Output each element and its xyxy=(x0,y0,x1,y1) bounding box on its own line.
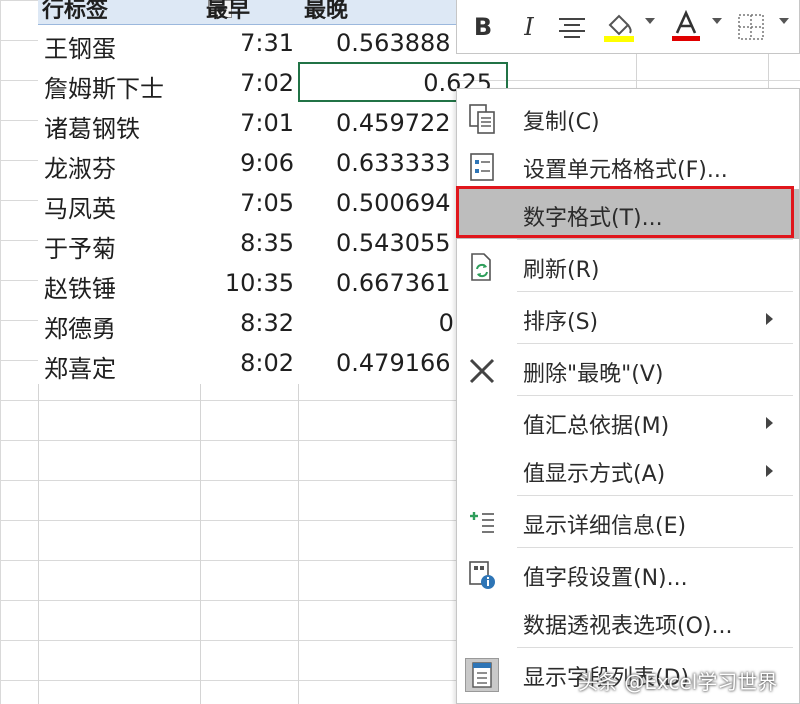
menu-separator xyxy=(517,647,793,648)
menu-item-remove-field[interactable]: 删除"最晚"(V) xyxy=(457,345,799,395)
menu-label: 删除"最晚"(V) xyxy=(523,362,664,387)
menu-separator xyxy=(517,395,793,396)
menu-item-summarize-by[interactable]: 值汇总依据(M) xyxy=(457,397,799,447)
menu-separator xyxy=(517,495,793,496)
menu-item-pivot-options[interactable]: 数据透视表选项(O)... xyxy=(457,597,799,647)
fill-color-button[interactable] xyxy=(601,10,637,44)
menu-label: 值汇总依据(M) xyxy=(523,414,670,439)
borders-dropdown[interactable] xyxy=(779,18,789,24)
delete-x-icon xyxy=(465,354,499,388)
submenu-arrow-icon xyxy=(766,313,773,325)
cell-earliest: 7:02 xyxy=(240,69,294,97)
cell-earliest: 8:35 xyxy=(240,229,294,257)
cell-earliest: 9:06 xyxy=(240,149,294,177)
font-color-icon xyxy=(672,10,700,41)
menu-label: 数据透视表选项(O)... xyxy=(523,614,733,639)
cell-name: 诸葛钢铁 xyxy=(44,115,140,143)
borders-icon xyxy=(738,14,764,40)
menu-item-refresh[interactable]: 刷新(R) xyxy=(457,241,799,291)
font-color-button[interactable] xyxy=(669,10,703,44)
align-center-icon xyxy=(559,18,585,38)
cell-earliest: 7:01 xyxy=(240,109,294,137)
cell-name: 郑德勇 xyxy=(44,315,116,343)
mini-toolbar: B I xyxy=(456,0,800,54)
header-row-labels[interactable]: 行标签 xyxy=(42,0,108,24)
field-list-icon xyxy=(465,658,499,692)
table-row[interactable]: 诸葛钢铁 7:01 0.459722 xyxy=(38,104,456,144)
field-settings-icon xyxy=(465,558,499,592)
italic-button[interactable]: I xyxy=(515,10,543,44)
menu-item-show-values-as[interactable]: 值显示方式(A) xyxy=(457,445,799,495)
header-latest[interactable]: 最晚 xyxy=(304,0,348,24)
menu-item-field-settings[interactable]: 值字段设置(N)... xyxy=(457,549,799,599)
cell-name: 王钢蛋 xyxy=(44,35,116,63)
menu-label: 复制(C) xyxy=(523,110,600,135)
table-row[interactable]: 赵铁锤 10:35 0.667361 xyxy=(38,264,456,304)
refresh-icon xyxy=(465,250,499,284)
menu-separator xyxy=(517,291,793,292)
menu-separator xyxy=(517,547,793,548)
cell-name: 马凤英 xyxy=(44,195,116,223)
cell-earliest: 10:35 xyxy=(224,269,294,297)
table-row[interactable]: 郑德勇 8:32 0.66 xyxy=(38,304,492,344)
context-menu: 复制(C) 设置单元格格式(F)... 数字格式(T)... 刷新(R) 排序(… xyxy=(456,88,800,704)
menu-item-copy[interactable]: 复制(C) xyxy=(457,93,799,143)
submenu-arrow-icon xyxy=(766,417,773,429)
center-align-button[interactable] xyxy=(555,10,589,44)
cell-earliest: 8:32 xyxy=(240,309,294,337)
menu-label: 值字段设置(N)... xyxy=(523,566,688,591)
paint-bucket-icon xyxy=(604,14,634,42)
menu-label: 显示详细信息(E) xyxy=(523,514,687,539)
copy-icon xyxy=(465,102,499,136)
watermark: 头条 @Excel学习世界 xyxy=(578,670,778,694)
fill-color-dropdown[interactable] xyxy=(645,18,655,24)
cell-name: 龙淑芬 xyxy=(44,155,116,183)
menu-label: 数字格式(T)... xyxy=(523,206,663,231)
cell-name: 赵铁锤 xyxy=(44,275,116,303)
pivot-header-row: 行标签 最早 最晚 xyxy=(38,0,456,25)
menu-label: 设置单元格格式(F)... xyxy=(523,158,728,183)
table-row[interactable]: 詹姆斯下士 7:02 0.625 xyxy=(38,64,492,104)
table-row[interactable]: 王钢蛋 7:31 0.563888 xyxy=(38,24,456,64)
table-row[interactable]: 龙淑芬 9:06 0.633333 xyxy=(38,144,456,184)
menu-label: 值显示方式(A) xyxy=(523,462,666,487)
cell-earliest: 7:05 xyxy=(240,189,294,217)
menu-separator xyxy=(517,343,793,344)
menu-separator xyxy=(517,239,793,240)
menu-item-show-details[interactable]: 显示详细信息(E) xyxy=(457,497,799,547)
menu-item-format-cells[interactable]: 设置单元格格式(F)... xyxy=(457,141,799,191)
menu-label: 刷新(R) xyxy=(523,258,600,283)
cell-name: 郑喜定 xyxy=(44,355,116,383)
show-details-icon xyxy=(465,506,499,540)
format-cells-icon xyxy=(465,150,499,184)
cell-name: 詹姆斯下士 xyxy=(44,75,164,103)
table-row[interactable]: 马凤英 7:05 0.500694 xyxy=(38,184,456,224)
font-color-dropdown[interactable] xyxy=(712,18,722,24)
cell-earliest: 7:31 xyxy=(240,29,294,57)
submenu-arrow-icon xyxy=(766,465,773,477)
table-row[interactable]: 郑喜定 8:02 0.479166 xyxy=(38,344,456,384)
menu-label: 排序(S) xyxy=(523,310,599,335)
menu-item-number-format[interactable]: 数字格式(T)... xyxy=(457,189,799,239)
menu-item-sort[interactable]: 排序(S) xyxy=(457,293,799,343)
cell-earliest: 8:02 xyxy=(240,349,294,377)
bold-button[interactable]: B xyxy=(469,10,497,44)
header-earliest[interactable]: 最早 xyxy=(206,0,250,24)
cell-name: 于予菊 xyxy=(44,235,116,263)
table-row[interactable]: 于予菊 8:35 0.543055 xyxy=(38,224,456,264)
borders-button[interactable] xyxy=(735,10,767,44)
